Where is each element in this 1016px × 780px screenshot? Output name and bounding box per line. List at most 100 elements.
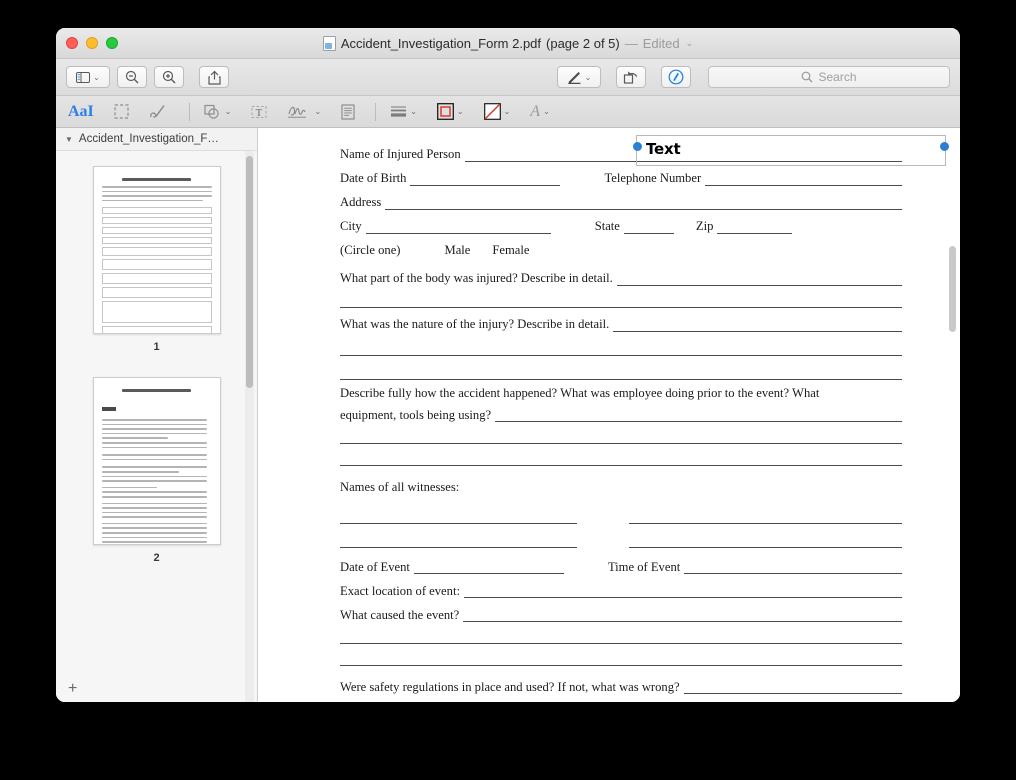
zoom-in-icon <box>162 70 176 84</box>
sidebar-header-title: Accident_Investigation_F… <box>78 133 219 145</box>
signature-chevron-down-icon[interactable]: ⌄ <box>314 107 321 116</box>
pdf-page-2: Name of Injured Person Date of Birth Tel… <box>258 128 960 702</box>
field-what-caused-event: What caused the event? <box>340 600 902 623</box>
field-describe-accident-line2: equipment, tools being using? <box>340 402 902 423</box>
rule-safety-2 <box>340 696 902 702</box>
label-city: City <box>340 219 362 234</box>
field-address: Address <box>340 188 902 210</box>
add-page-button[interactable]: + <box>56 676 257 702</box>
rule-nature <box>613 319 902 332</box>
field-nature-of-injury: What was the nature of the injury? Descr… <box>340 310 902 332</box>
thumbnail-list: 1 2 <box>56 151 257 676</box>
toolbar-divider-2 <box>375 102 377 121</box>
rule-witness-1b <box>629 510 902 525</box>
toolbar-left-group: ⌄ <box>66 66 236 88</box>
resize-handle-left[interactable] <box>633 141 642 151</box>
note-icon <box>341 103 355 120</box>
shapes-chevron-down-icon[interactable]: ⌄ <box>225 107 232 116</box>
label-describe-accident-line2: equipment, tools being using? <box>340 407 492 422</box>
rule-what-caused <box>463 609 902 623</box>
line-thickness-tool[interactable]: ⌄ <box>390 104 417 119</box>
fill-color-chevron-down-icon[interactable]: ⌄ <box>504 107 511 116</box>
label-names-of-witnesses: Names of all witnesses: <box>340 479 460 494</box>
rule-address <box>385 197 902 210</box>
rotate-left-icon <box>623 70 639 85</box>
page-thumbnail-1[interactable]: 1 <box>56 166 257 353</box>
line-thickness-icon <box>390 104 407 119</box>
sidebar-scrollbar-thumb[interactable] <box>246 156 253 388</box>
annotation-toolbar: AaI ⌄ T ⌄ ⌄ ⌄ ⌄ A ⌄ <box>56 96 960 128</box>
thumbnail-sidebar: ▼ Accident_Investigation_F… 1 2 + <box>56 128 258 702</box>
title-filename: Accident_Investigation_Form 2.pdf <box>340 36 542 51</box>
rule-telephone <box>705 173 902 186</box>
label-telephone-number: Telephone Number <box>604 171 702 186</box>
annotate-toggle-button[interactable] <box>661 66 691 88</box>
border-color-tool[interactable]: ⌄ <box>436 103 464 120</box>
rule-what-caused-3 <box>340 646 902 667</box>
signature-tool[interactable]: ⌄ <box>287 103 321 120</box>
page-thumbnail-2-number: 2 <box>153 552 160 564</box>
rule-witness-1a <box>340 510 577 525</box>
sidebar-chevron-down-icon[interactable]: ⌄ <box>93 73 100 82</box>
markup-pen-button[interactable]: ⌄ <box>557 66 601 88</box>
field-body-part-injured: What part of the body was injured? Descr… <box>340 264 902 286</box>
textbox-annotation-value[interactable]: Text <box>646 142 681 157</box>
rule-nature-2 <box>340 334 902 356</box>
field-circle-one: (Circle one) Male Female <box>340 236 902 258</box>
note-tool[interactable] <box>341 103 355 120</box>
document-scrollbar-track[interactable] <box>947 128 958 702</box>
rule-exact-location <box>463 585 902 599</box>
label-exact-location: Exact location of event: <box>340 583 460 598</box>
border-color-chevron-down-icon[interactable]: ⌄ <box>457 107 464 116</box>
rule-safety <box>683 681 902 695</box>
rule-describe-accident <box>495 409 902 423</box>
sketch-tool[interactable] <box>149 104 169 120</box>
label-date-of-event: Date of Event <box>340 559 410 574</box>
border-color-icon <box>436 103 454 120</box>
title-chevron-down-icon[interactable]: ⌄ <box>686 38 694 49</box>
textbox-annotation[interactable]: Text <box>633 135 949 166</box>
page-thumbnail-2[interactable]: 2 <box>56 377 257 564</box>
label-what-caused-event: What caused the event? <box>340 607 460 622</box>
sidebar-toggle-button[interactable]: ⌄ <box>66 66 110 88</box>
document-pane[interactable]: Name of Injured Person Date of Birth Tel… <box>258 128 960 702</box>
shapes-tool[interactable]: ⌄ <box>204 104 232 120</box>
mini-textbox-annotation <box>101 407 116 411</box>
label-address: Address <box>340 195 382 210</box>
line-thickness-chevron-down-icon[interactable]: ⌄ <box>410 107 417 116</box>
signature-icon <box>287 103 311 120</box>
rule-body-part <box>616 273 902 286</box>
field-date-time-of-event: Date of Event Time of Event <box>340 552 902 575</box>
sidebar-header[interactable]: ▼ Accident_Investigation_F… <box>56 128 257 151</box>
zoom-out-icon <box>125 70 139 84</box>
fill-color-icon <box>483 103 501 120</box>
rectangular-selection-tool[interactable] <box>114 104 129 119</box>
rectangular-selection-icon <box>114 104 129 119</box>
disclosure-triangle-icon[interactable]: ▼ <box>65 135 73 144</box>
document-icon <box>322 36 336 51</box>
search-input[interactable]: Search <box>708 66 950 88</box>
markup-chevron-down-icon[interactable]: ⌄ <box>585 73 592 82</box>
text-selection-tool[interactable]: AaI <box>68 103 94 121</box>
page-thumbnail-2-image <box>92 377 221 545</box>
title-edited-status: Edited <box>642 36 680 51</box>
zoom-in-button[interactable] <box>154 66 184 88</box>
label-nature-of-injury: What was the nature of the injury? Descr… <box>340 317 610 332</box>
rule-describe-2 <box>340 424 902 445</box>
fill-color-tool[interactable]: ⌄ <box>483 103 511 120</box>
toolbar-right-group: ⌄ <box>557 66 698 88</box>
zoom-out-button[interactable] <box>117 66 147 88</box>
label-name-of-injured-person: Name of Injured Person <box>340 147 461 162</box>
field-city-state-zip: City State Zip <box>340 212 902 234</box>
search-icon <box>801 71 813 83</box>
font-style-chevron-down-icon[interactable]: ⌄ <box>543 107 550 116</box>
document-scrollbar-thumb[interactable] <box>949 246 956 332</box>
rule-date-of-event <box>413 561 564 575</box>
page-thumbnail-1-image <box>92 166 221 334</box>
font-style-tool[interactable]: A ⌄ <box>530 103 549 121</box>
rotate-button[interactable] <box>616 66 646 88</box>
rule-body-part-2 <box>340 288 902 308</box>
text-box-tool[interactable]: T <box>251 104 268 120</box>
share-button[interactable] <box>199 66 229 88</box>
content-area: ▼ Accident_Investigation_F… 1 2 + Name o… <box>56 128 960 702</box>
